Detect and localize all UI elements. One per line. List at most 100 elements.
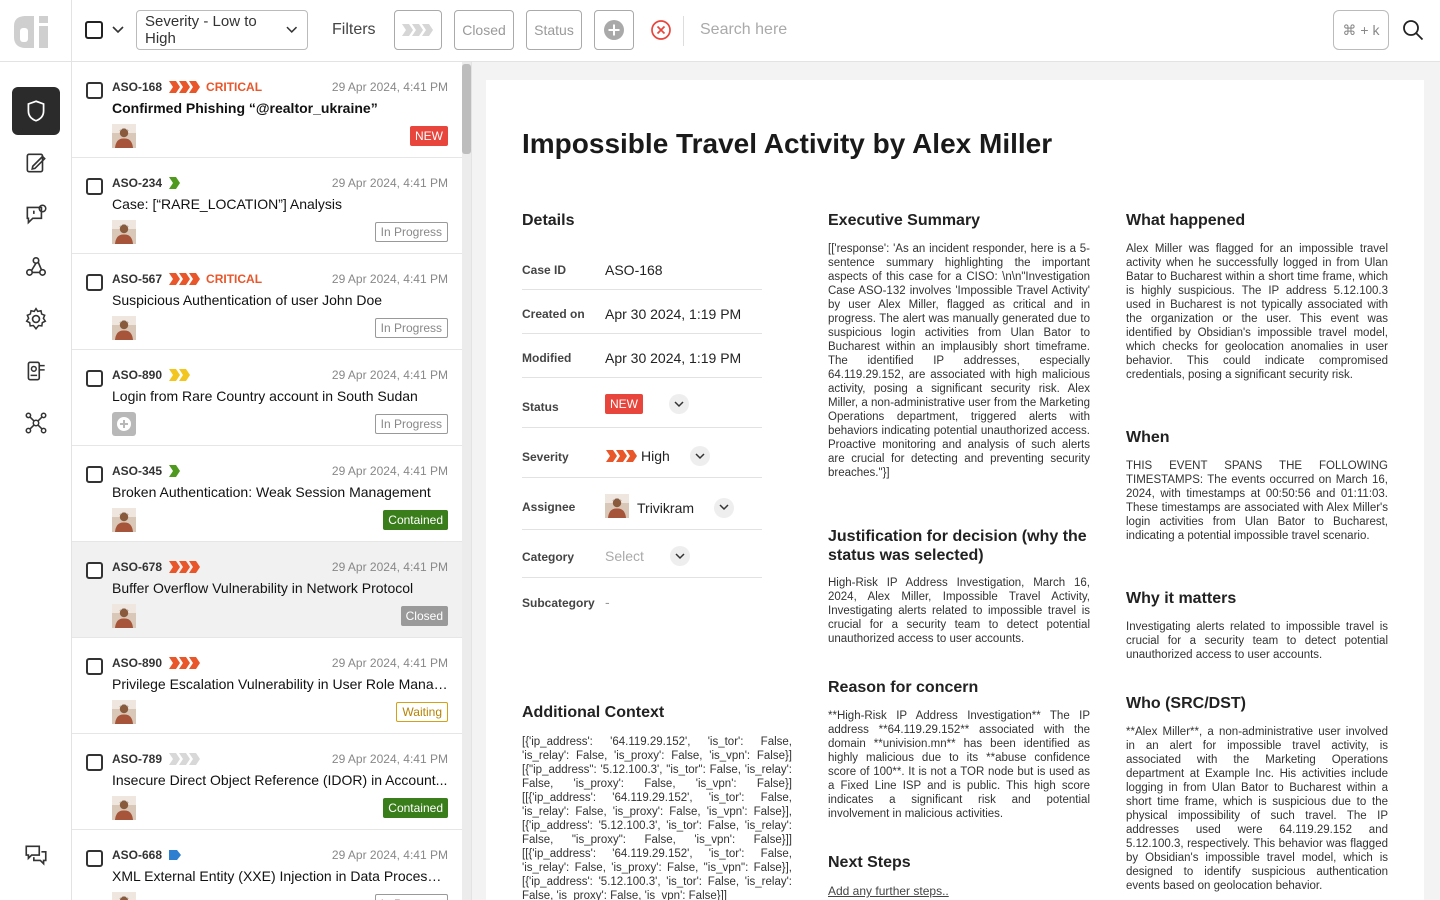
nav-webhooks-button[interactable] [12, 243, 60, 291]
search-input[interactable]: Search here [700, 10, 787, 50]
severity-critical-icon [169, 273, 201, 285]
case-checkbox[interactable] [86, 562, 103, 579]
created-label: Created on [522, 307, 585, 321]
case-checkbox[interactable] [86, 754, 103, 771]
created-value: Apr 30 2024, 1:19 PM [605, 306, 742, 322]
nav-feedback-button[interactable] [12, 831, 60, 879]
severity-sort-select[interactable]: Severity - Low to High [136, 10, 308, 50]
case-id-row: ASO-890 [112, 368, 191, 382]
severity-sort-value: Severity - Low to High [145, 13, 257, 47]
case-checkbox[interactable] [86, 370, 103, 387]
category-selector[interactable]: Select [605, 546, 690, 566]
case-list-item[interactable]: ASO-168 CRITICAL 29 Apr 2024, 4:41 PM Confi… [72, 62, 462, 158]
field-assignee: Assignee Trivikram [522, 482, 762, 530]
modified-label: Modified [522, 351, 572, 365]
reason-text: **High-Risk IP Address Investigation** T… [828, 710, 1090, 820]
case-assignee-avatar[interactable] [112, 316, 136, 340]
assignee-avatar [605, 494, 629, 521]
select-all-checkbox[interactable] [84, 10, 104, 50]
search-button[interactable] [1398, 10, 1428, 50]
case-assignee-avatar[interactable] [112, 220, 136, 244]
case-assignee-avatar[interactable] [112, 796, 136, 820]
select-all-dropdown[interactable] [108, 10, 128, 50]
nav-user-card-button[interactable] [12, 347, 60, 395]
nav-cases-button[interactable] [12, 87, 60, 135]
case-assignee-avatar[interactable] [112, 412, 136, 436]
status-filter-pill[interactable]: Status [526, 10, 582, 50]
case-list-item[interactable]: ASO-345 29 Apr 2024, 4:41 PM Broken Authen… [72, 446, 462, 542]
case-title: Buffer Overflow Vulnerability in Network… [112, 580, 414, 596]
severity-filter-pill[interactable] [394, 10, 442, 50]
add-filter-button[interactable] [594, 10, 634, 50]
case-assignee-avatar[interactable] [112, 892, 136, 900]
case-assignee-avatar[interactable] [112, 604, 136, 628]
category-dropdown-toggle[interactable] [669, 546, 690, 566]
case-list-item[interactable]: ASO-890 29 Apr 2024, 4:41 PM Privilege Esc… [72, 638, 462, 734]
severity-chevrons-icon [402, 24, 433, 36]
case-id-row: ASO-678 [112, 560, 201, 574]
case-list-item[interactable]: ASO-890 29 Apr 2024, 4:41 PM Login from Ra… [72, 350, 462, 446]
case-list-item[interactable]: ASO-668 29 Apr 2024, 4:41 PM XML External … [72, 830, 462, 900]
case-list-scrollbar[interactable] [462, 62, 471, 900]
list-divider [471, 62, 472, 900]
add-next-steps-link[interactable]: Add any further steps.. [828, 884, 949, 898]
field-severity: Severity High [522, 432, 762, 478]
chevron-down-icon [675, 552, 685, 559]
case-assignee-avatar[interactable] [112, 700, 136, 724]
case-checkbox[interactable] [86, 274, 103, 291]
case-date: 29 Apr 2024, 4:41 PM [331, 272, 448, 286]
clear-filters-button[interactable] [648, 10, 674, 50]
user-avatar-icon [112, 508, 136, 532]
status-selector[interactable]: NEW [605, 394, 689, 414]
when-text: THIS EVENT SPANS THE FOLLOWING TIMESTAMP… [1126, 460, 1388, 542]
case-list-item[interactable]: ASO-789 29 Apr 2024, 4:41 PM Insecure Dire… [72, 734, 462, 830]
modified-value: Apr 30 2024, 1:19 PM [605, 350, 742, 366]
toolbar-divider [683, 16, 684, 46]
case-list-scroll-thumb[interactable] [462, 64, 471, 154]
shield-icon [27, 100, 45, 122]
user-avatar-icon [605, 494, 629, 518]
closed-filter-pill[interactable]: Closed [454, 10, 514, 50]
assignee-dropdown-toggle[interactable] [714, 497, 735, 518]
case-assignee-avatar[interactable] [112, 124, 136, 148]
case-assignee-avatar[interactable] [112, 508, 136, 532]
nav-notes-button[interactable] [12, 139, 60, 187]
case-id: ASO-567 [112, 272, 163, 286]
field-subcategory: Subcategory - [522, 590, 762, 620]
edit-note-icon [26, 153, 46, 173]
case-checkbox[interactable] [86, 82, 103, 99]
case-date: 29 Apr 2024, 4:41 PM [331, 368, 448, 382]
severity-selector[interactable]: High [605, 446, 710, 466]
chat-alert-icon [26, 204, 47, 225]
assignee-value: Trivikram [637, 499, 695, 516]
severity-info-icon [169, 850, 182, 860]
assignee-selector[interactable]: Trivikram [605, 494, 735, 521]
nav-network-button[interactable] [12, 399, 60, 447]
subcategory-value: - [605, 594, 610, 610]
case-id-row: ASO-567 CRITICAL [112, 272, 262, 286]
next-steps-heading: Next Steps [828, 854, 911, 871]
case-list-item[interactable]: ASO-234 29 Apr 2024, 4:41 PM Case: [“RARE_… [72, 158, 462, 254]
case-id: ASO-168 [112, 80, 163, 94]
chevron-down-icon [112, 26, 124, 34]
app-root: Severity - Low to High Filters Closed St… [0, 0, 1440, 900]
case-checkbox[interactable] [86, 658, 103, 675]
case-checkbox[interactable] [86, 466, 103, 483]
case-id-row: ASO-668 [112, 848, 182, 862]
severity-value: High [641, 448, 670, 464]
field-category: Category Select [522, 532, 762, 578]
case-status-badge: Closed [400, 606, 448, 626]
case-list-item[interactable]: ASO-678 29 Apr 2024, 4:41 PM Buffer Overfl… [72, 542, 462, 638]
case-detail-panel: Impossible Travel Activity by Alex Mille… [486, 80, 1424, 900]
nav-chat-button[interactable] [12, 191, 60, 239]
status-dropdown-toggle[interactable] [669, 394, 689, 414]
severity-dropdown-toggle[interactable] [689, 446, 710, 466]
when-heading: When [1126, 429, 1170, 446]
nav-settings-button[interactable] [12, 295, 60, 343]
case-checkbox[interactable] [86, 178, 103, 195]
case-checkbox[interactable] [86, 850, 103, 867]
case-list-item[interactable]: ASO-567 CRITICAL 29 Apr 2024, 4:41 PM Suspi… [72, 254, 462, 350]
severity-label: CRITICAL [206, 80, 263, 94]
network-graph-icon [25, 412, 47, 434]
case-status-badge: Contained [383, 510, 448, 530]
